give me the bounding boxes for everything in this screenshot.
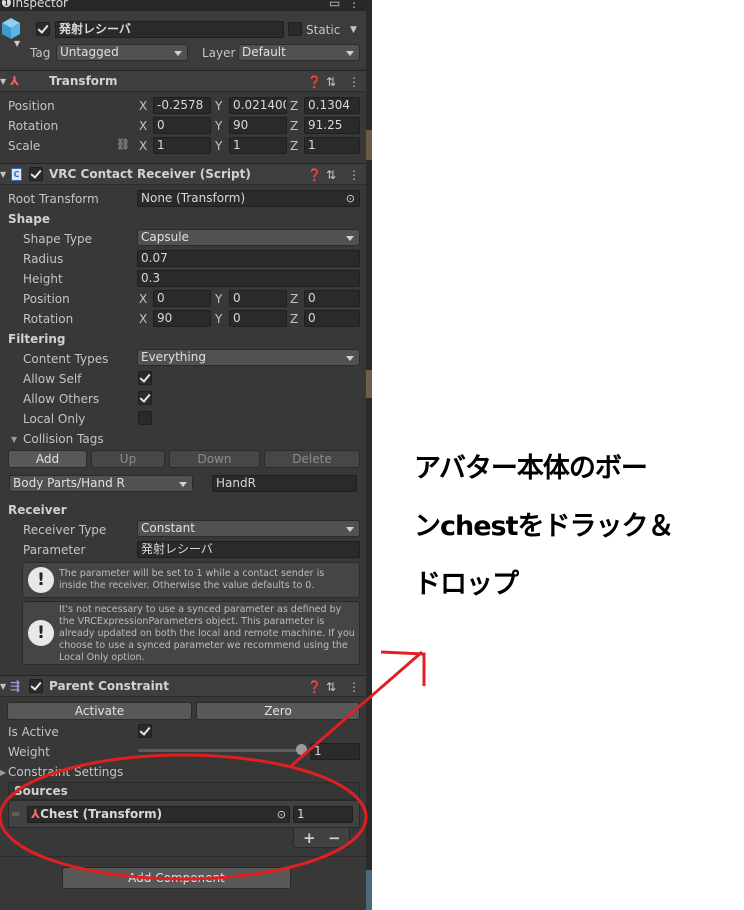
annotation-arrow-line: [290, 650, 423, 768]
annotation-text-line-3: ドロップ: [414, 569, 519, 600]
annotation-text-line-1: アバター本体のボー: [414, 453, 648, 484]
highlight-ellipse: [0, 753, 368, 881]
annotation-text-line-2: ンchestをドラック＆: [414, 511, 675, 542]
